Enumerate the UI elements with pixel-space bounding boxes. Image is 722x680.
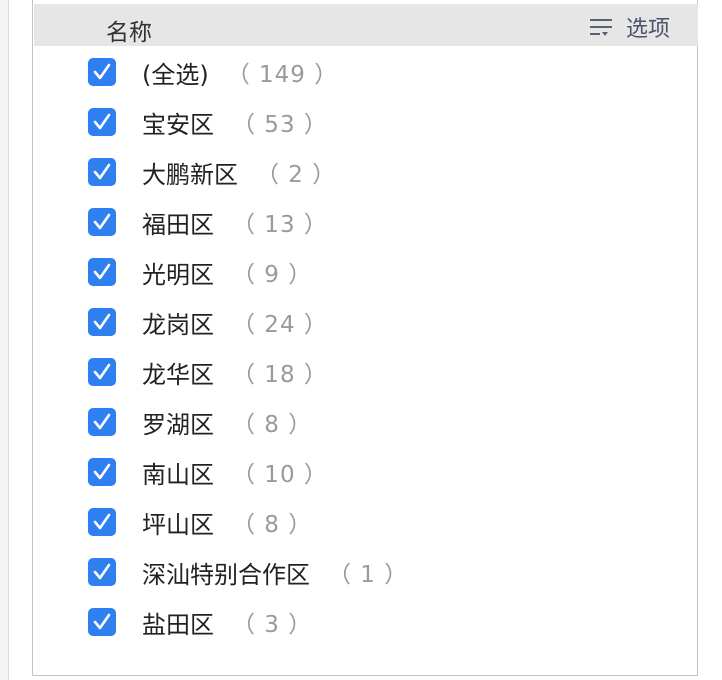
- options-label: 选项: [626, 17, 671, 42]
- list-item[interactable]: 南山区 （ 10 ）: [88, 452, 328, 492]
- item-label: 宝安区: [142, 110, 214, 139]
- item-label: 龙岗区: [142, 310, 214, 339]
- checkbox-checked-icon[interactable]: [88, 308, 116, 336]
- list-item[interactable]: 大鹏新区 （ 2 ）: [88, 152, 336, 192]
- item-label: (全选): [142, 60, 209, 89]
- item-count: （ 10 ）: [232, 462, 328, 488]
- checkbox-checked-icon[interactable]: [88, 408, 116, 436]
- list-item[interactable]: 宝安区 （ 53 ）: [88, 102, 328, 142]
- list-item[interactable]: 盐田区 （ 3 ）: [88, 602, 312, 642]
- item-count: （ 3 ）: [232, 612, 313, 638]
- item-count: （ 1 ）: [328, 562, 409, 588]
- list-item[interactable]: 罗湖区 （ 8 ）: [88, 402, 312, 442]
- list-item[interactable]: 龙岗区 （ 24 ）: [88, 302, 328, 342]
- item-count: （ 149 ）: [226, 62, 339, 88]
- checkbox-checked-icon[interactable]: [88, 358, 116, 386]
- item-label: 光明区: [142, 260, 214, 289]
- checkbox-checked-icon[interactable]: [88, 108, 116, 136]
- checkbox-checked-icon[interactable]: [88, 158, 116, 186]
- item-label: 南山区: [142, 460, 214, 489]
- item-count: （ 9 ）: [232, 262, 313, 288]
- item-count: （ 8 ）: [232, 412, 313, 438]
- item-label: 福田区: [142, 210, 214, 239]
- item-count: （ 8 ）: [232, 512, 313, 538]
- checkbox-checked-icon[interactable]: [88, 208, 116, 236]
- checkbox-checked-icon[interactable]: [88, 508, 116, 536]
- checkbox-checked-icon[interactable]: [88, 608, 116, 636]
- list-item[interactable]: 深汕特别合作区 （ 1 ）: [88, 552, 408, 592]
- item-count: （ 18 ）: [232, 362, 328, 388]
- list-item[interactable]: 福田区 （ 13 ）: [88, 202, 328, 242]
- item-label: 龙华区: [142, 360, 214, 389]
- item-count: （ 24 ）: [232, 312, 328, 338]
- item-label: 盐田区: [142, 610, 214, 639]
- checkbox-checked-icon[interactable]: [88, 558, 116, 586]
- header-title: 名称: [106, 20, 152, 46]
- checkbox-checked-icon[interactable]: [88, 458, 116, 486]
- options-button[interactable]: 选项: [588, 12, 670, 42]
- list-item[interactable]: 坪山区 （ 8 ）: [88, 502, 312, 542]
- item-label: 坪山区: [142, 510, 214, 539]
- item-count: （ 53 ）: [232, 112, 328, 138]
- select-all-item[interactable]: (全选) （ 149 ）: [88, 52, 338, 92]
- item-label: 深汕特别合作区: [142, 560, 310, 589]
- checkbox-checked-icon[interactable]: [88, 258, 116, 286]
- item-count: （ 13 ）: [232, 212, 328, 238]
- checkbox-checked-icon[interactable]: [88, 58, 116, 86]
- item-label: 罗湖区: [142, 410, 214, 439]
- left-edge-gutter: [0, 0, 9, 680]
- item-label: 大鹏新区: [142, 160, 238, 189]
- list-item[interactable]: 光明区 （ 9 ）: [88, 252, 312, 292]
- item-count: （ 2 ）: [256, 162, 337, 188]
- filter-lines-icon: [590, 19, 612, 36]
- list-item[interactable]: 龙华区 （ 18 ）: [88, 352, 328, 392]
